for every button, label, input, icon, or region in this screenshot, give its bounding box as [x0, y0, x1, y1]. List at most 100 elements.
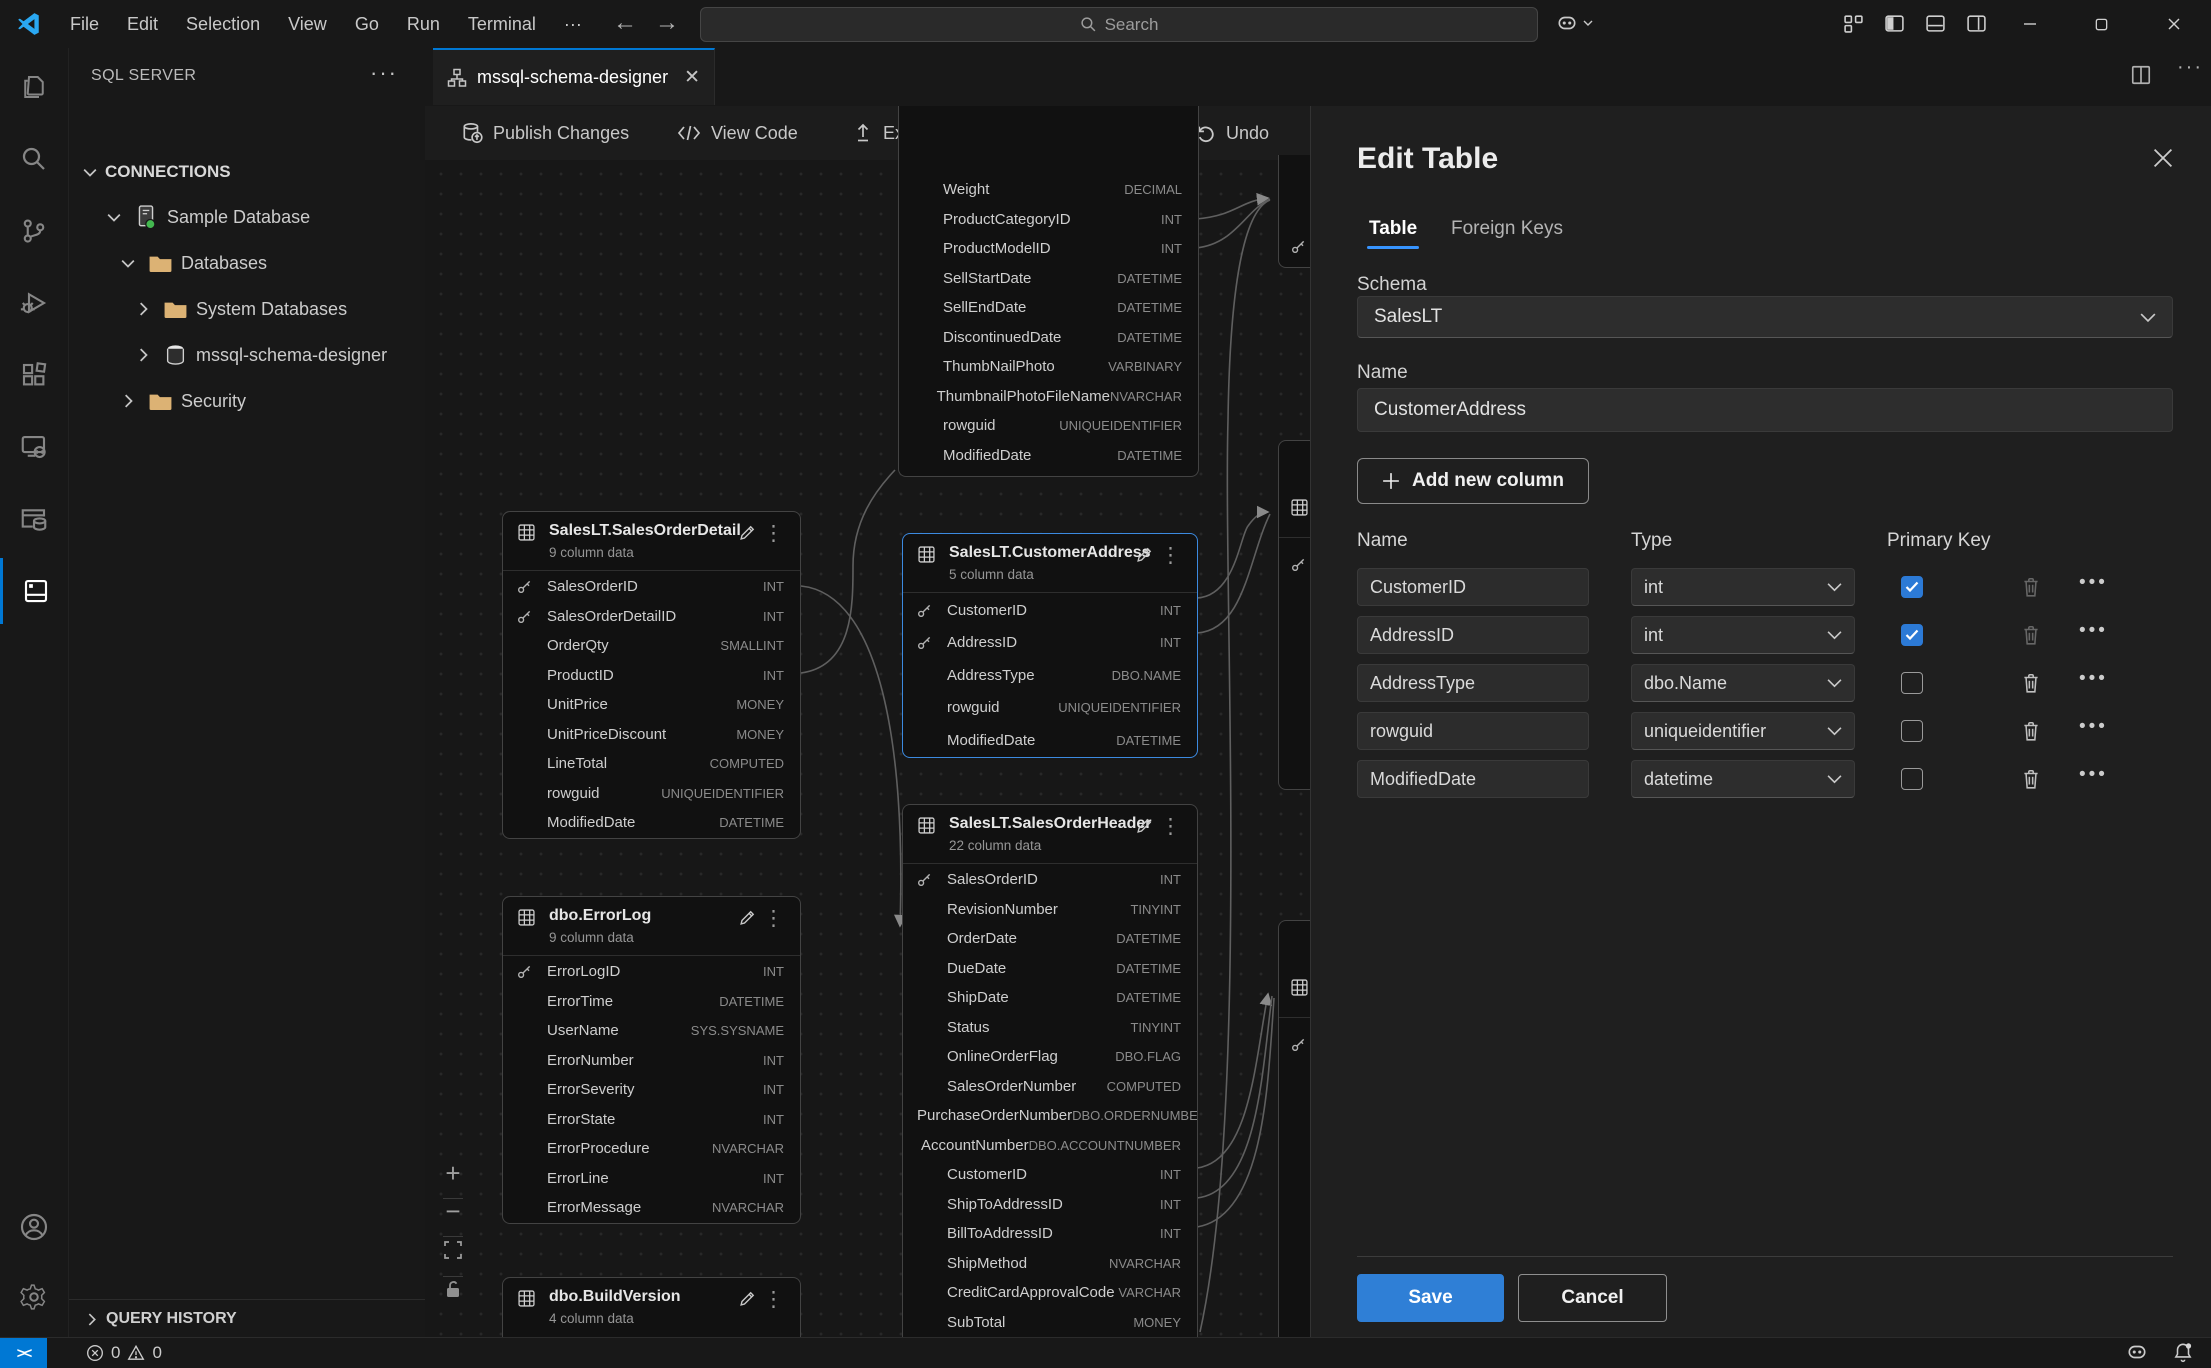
settings-gear-icon[interactable] — [0, 1264, 68, 1330]
column-type-dropdown[interactable]: datetime — [1631, 760, 1855, 798]
table-card-header[interactable]: SalesLT.SalesOrderHeader 22 column data … — [903, 805, 1197, 864]
table-column-row[interactable]: CustomerID INT — [903, 594, 1197, 627]
menu-item[interactable]: Terminal — [454, 0, 550, 48]
table-column-row[interactable]: ModifiedDate DATETIME — [903, 724, 1197, 757]
table-column-row[interactable]: Status TINYINT — [903, 1013, 1197, 1043]
column-type-dropdown[interactable]: int — [1631, 568, 1855, 606]
table-column-row[interactable]: OnlineOrderFlag DBO.FLAG — [903, 1042, 1197, 1072]
table-card-header[interactable]: SalesLT.CustomerAddress 5 column data ⋮ — [903, 534, 1197, 593]
lock-icon[interactable] — [439, 1280, 467, 1300]
table-card-partial-right[interactable] — [1278, 920, 1310, 1338]
table-column-row[interactable]: ErrorNumber INT — [503, 1046, 800, 1076]
delete-column-icon[interactable] — [2021, 576, 2041, 598]
copilot-status-icon[interactable] — [2126, 1341, 2148, 1363]
table-card-salesorderdetail[interactable]: SalesLT.SalesOrderDetail 9 column data ⋮… — [502, 511, 801, 839]
toggle-panel-icon[interactable] — [1925, 13, 1946, 34]
zoom-in-icon[interactable]: + — [439, 1158, 467, 1189]
extensions-icon[interactable] — [0, 342, 68, 408]
table-column-row[interactable]: ModifiedDate DATETIME — [503, 808, 800, 838]
fit-view-icon[interactable] — [439, 1240, 467, 1260]
tab-table[interactable]: Table — [1369, 218, 1417, 240]
back-arrow-icon[interactable]: ← — [608, 9, 642, 37]
close-window-button[interactable] — [2140, 0, 2207, 48]
tree-item[interactable]: Security — [69, 378, 426, 424]
table-card-partial-right[interactable] — [1278, 440, 1310, 790]
table-column-row[interactable]: LineTotal COMPUTED — [503, 749, 800, 779]
table-column-row[interactable]: rowguid UNIQUEIDENTIFIER — [899, 411, 1198, 441]
table-column-row[interactable]: PurchaseOrderNumber DBO.ORDERNUMBER — [903, 1101, 1197, 1131]
edit-table-icon[interactable] — [739, 1290, 756, 1307]
table-column-row[interactable]: ModifiedDate DATETIME — [899, 441, 1198, 471]
table-column-row[interactable]: DueDate DATETIME — [903, 954, 1197, 984]
column-more-icon[interactable]: ••• — [2079, 572, 2108, 594]
table-column-row[interactable]: UnitPriceDiscount MONEY — [503, 720, 800, 750]
column-type-dropdown[interactable]: uniqueidentifier — [1631, 712, 1855, 750]
column-name-input[interactable]: rowguid — [1357, 712, 1589, 750]
column-more-icon[interactable]: ••• — [2079, 764, 2108, 786]
tree-item[interactable]: System Databases — [69, 286, 426, 332]
table-card-header[interactable]: dbo.BuildVersion 4 column data ⋮ — [503, 1278, 800, 1336]
table-column-row[interactable]: ThumbnailPhotoFileName NVARCHAR — [899, 382, 1198, 412]
zoom-out-icon[interactable]: − — [439, 1196, 467, 1227]
menu-item[interactable]: Run — [393, 0, 454, 48]
edit-table-icon[interactable] — [739, 909, 756, 926]
primary-key-checkbox[interactable] — [1901, 576, 1923, 598]
table-column-row[interactable]: ProductID INT — [503, 661, 800, 691]
table-column-row[interactable]: ProductModelID INT — [899, 234, 1198, 264]
table-column-row[interactable]: Weight DECIMAL — [899, 175, 1198, 205]
split-editor-icon[interactable] — [2130, 64, 2152, 86]
tab-mssql-schema-designer[interactable]: mssql-schema-designer ✕ — [433, 48, 715, 105]
table-card-partial-right[interactable] — [1278, 155, 1310, 268]
column-more-icon[interactable]: ••• — [2079, 668, 2108, 690]
tree-item[interactable]: Databases — [69, 240, 426, 286]
toggle-primary-sidebar-icon[interactable] — [1884, 13, 1905, 34]
explorer-icon[interactable] — [0, 54, 68, 120]
table-column-row[interactable]: ErrorLogID INT — [503, 957, 800, 987]
tree-item[interactable]: Sample Database — [69, 194, 426, 240]
column-name-input[interactable]: AddressID — [1357, 616, 1589, 654]
table-card-errorlog[interactable]: dbo.ErrorLog 9 column data ⋮ ErrorLogID … — [502, 896, 801, 1224]
table-column-row[interactable]: AccountNumber DBO.ACCOUNTNUMBER — [903, 1131, 1197, 1161]
command-center-search[interactable]: Search — [700, 7, 1538, 42]
table-column-row[interactable]: ErrorProcedure NVARCHAR — [503, 1134, 800, 1164]
menu-item[interactable]: Edit — [113, 0, 172, 48]
column-name-input[interactable]: AddressType — [1357, 664, 1589, 702]
table-column-row[interactable]: CustomerID INT — [903, 1160, 1197, 1190]
source-control-icon[interactable] — [0, 198, 68, 264]
query-history-section[interactable]: QUERY HISTORY — [69, 1299, 426, 1338]
cancel-button[interactable]: Cancel — [1518, 1274, 1667, 1322]
table-more-icon[interactable]: ⋮ — [763, 521, 784, 546]
table-column-row[interactable]: ShipToAddressID INT — [903, 1190, 1197, 1220]
primary-key-checkbox[interactable] — [1901, 624, 1923, 646]
table-column-row[interactable]: RevisionNumber TINYINT — [903, 895, 1197, 925]
column-type-dropdown[interactable]: int — [1631, 616, 1855, 654]
table-more-icon[interactable]: ⋮ — [763, 1287, 784, 1312]
table-more-icon[interactable]: ⋮ — [1160, 814, 1181, 839]
table-card-partial-top[interactable]: Weight DECIMAL ProductCategoryID INT Pro… — [898, 106, 1199, 477]
maximize-button[interactable] — [2068, 0, 2135, 48]
table-more-icon[interactable]: ⋮ — [763, 906, 784, 931]
table-card-header[interactable]: dbo.ErrorLog 9 column data ⋮ — [503, 897, 800, 956]
schema-dropdown[interactable]: SalesLT — [1357, 296, 2173, 338]
menu-item[interactable]: Go — [341, 0, 393, 48]
table-column-row[interactable]: SellStartDate DATETIME — [899, 264, 1198, 294]
remote-indicator[interactable]: >< — [0, 1338, 47, 1368]
edit-table-icon[interactable] — [1136, 817, 1153, 834]
forward-arrow-icon[interactable]: → — [650, 9, 684, 37]
table-column-row[interactable]: SubTotal MONEY — [903, 1308, 1197, 1338]
search-icon[interactable] — [0, 126, 68, 192]
table-column-row[interactable]: ProductCategoryID INT — [899, 205, 1198, 235]
schema-designer-canvas[interactable]: Publish Changes View Code Export Add Tab… — [425, 106, 1310, 1338]
remote-explorer-icon[interactable] — [0, 414, 68, 480]
copilot-menu[interactable] — [1556, 12, 1593, 34]
editor-more-actions-icon[interactable]: ··· — [2177, 56, 2203, 79]
table-more-icon[interactable]: ⋮ — [1160, 543, 1181, 568]
table-column-row[interactable]: ErrorSeverity INT — [503, 1075, 800, 1105]
column-type-dropdown[interactable]: dbo.Name — [1631, 664, 1855, 702]
table-column-row[interactable]: ShipMethod NVARCHAR — [903, 1249, 1197, 1279]
table-column-row[interactable]: BillToAddressID INT — [903, 1219, 1197, 1249]
tab-foreign-keys[interactable]: Foreign Keys — [1451, 218, 1563, 240]
table-column-row[interactable]: ShipDate DATETIME — [903, 983, 1197, 1013]
problems-status[interactable]: 0 0 — [86, 1338, 162, 1368]
table-column-row[interactable]: rowguid UNIQUEIDENTIFIER — [503, 779, 800, 809]
